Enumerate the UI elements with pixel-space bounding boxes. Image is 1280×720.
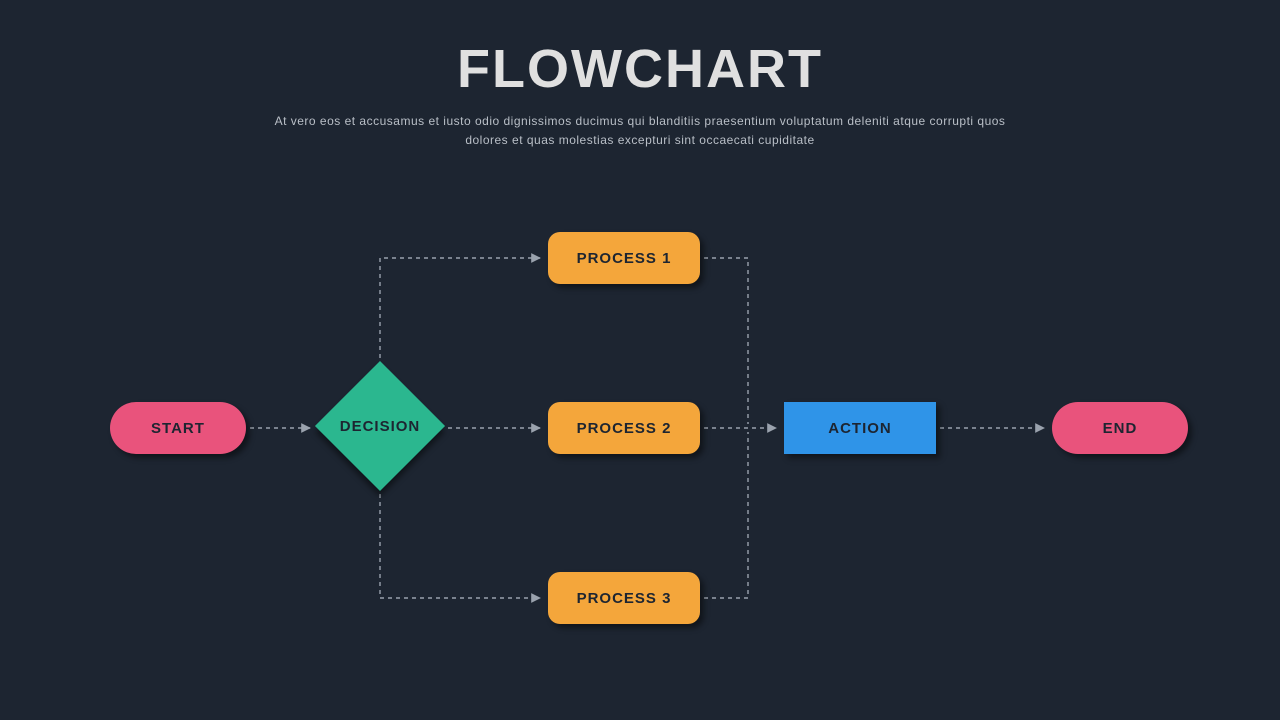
node-process-3-label: PROCESS 3 bbox=[577, 590, 672, 607]
page-subtitle: At vero eos et accusamus et iusto odio d… bbox=[260, 112, 1020, 150]
node-action: ACTION bbox=[784, 402, 936, 454]
page-title: FLOWCHART bbox=[0, 38, 1280, 100]
node-process-1: PROCESS 1 bbox=[548, 232, 700, 284]
node-process-3: PROCESS 3 bbox=[548, 572, 700, 624]
node-decision-label: DECISION bbox=[340, 418, 421, 435]
edge-process1-merge bbox=[704, 258, 748, 424]
node-start: START bbox=[110, 402, 246, 454]
node-process-2-label: PROCESS 2 bbox=[577, 420, 672, 437]
node-end-label: END bbox=[1103, 420, 1138, 437]
node-action-label: ACTION bbox=[828, 420, 892, 437]
node-decision: DECISION bbox=[314, 360, 446, 492]
node-process-1-label: PROCESS 1 bbox=[577, 250, 672, 267]
edge-decision-process1 bbox=[380, 258, 540, 358]
edge-process3-merge bbox=[704, 432, 748, 598]
node-start-label: START bbox=[151, 420, 205, 437]
node-end: END bbox=[1052, 402, 1188, 454]
node-process-2: PROCESS 2 bbox=[548, 402, 700, 454]
edge-decision-process3 bbox=[380, 494, 540, 598]
